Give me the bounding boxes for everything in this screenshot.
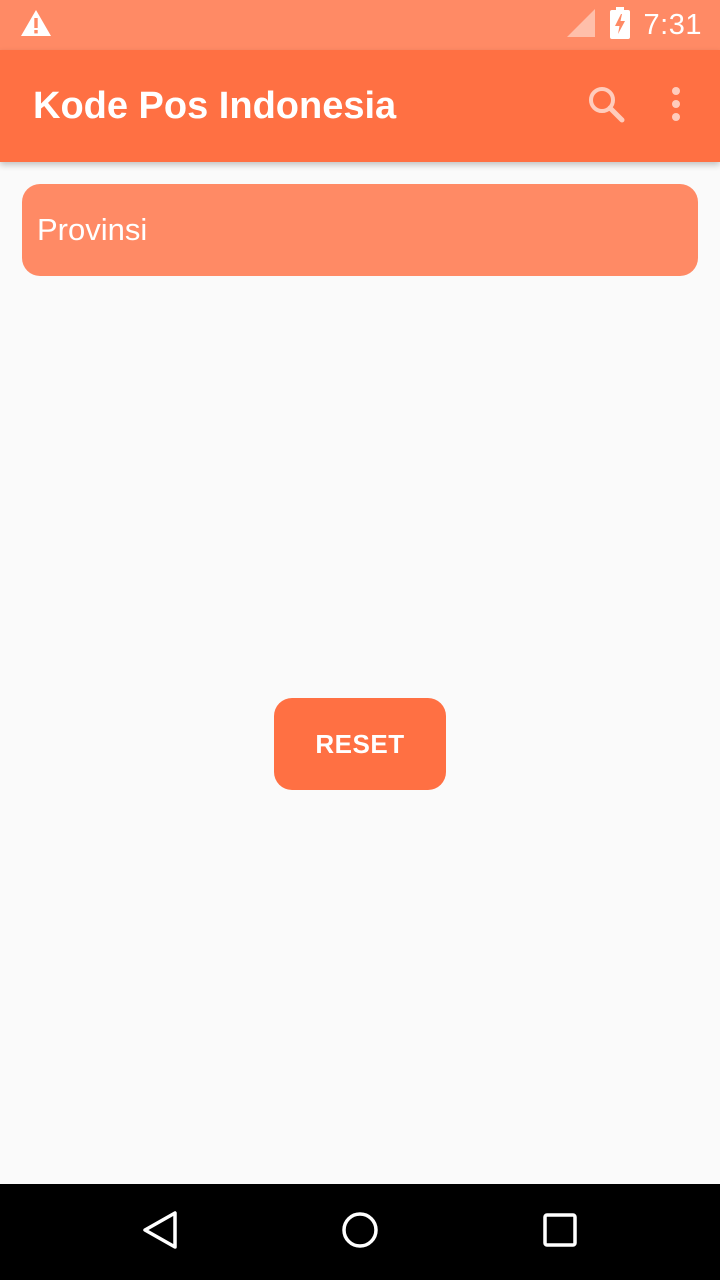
recents-icon — [542, 1212, 578, 1252]
province-label: Provinsi — [37, 212, 148, 247]
battery-charging-icon — [609, 7, 630, 43]
status-time: 7:31 — [643, 8, 702, 41]
search-icon — [587, 85, 625, 127]
more-options-button[interactable] — [652, 70, 700, 142]
navigation-bar — [0, 1184, 720, 1280]
status-left — [20, 9, 52, 41]
app-bar: Kode Pos Indonesia — [0, 50, 720, 162]
home-button[interactable] — [300, 1184, 420, 1280]
reset-button[interactable]: RESET — [274, 698, 446, 790]
home-icon — [340, 1210, 380, 1254]
more-vert-icon — [670, 86, 682, 126]
search-button[interactable] — [570, 70, 642, 142]
warning-icon — [20, 9, 52, 41]
recents-button[interactable] — [500, 1184, 620, 1280]
app-actions — [570, 70, 700, 142]
province-selector[interactable]: Provinsi — [22, 184, 698, 276]
status-right: 7:31 — [566, 7, 702, 43]
status-bar: 7:31 — [0, 0, 720, 50]
signal-icon — [566, 8, 596, 42]
main-content: Provinsi RESET — [0, 162, 720, 1184]
back-icon — [140, 1209, 180, 1255]
back-button[interactable] — [100, 1184, 220, 1280]
app-title: Kode Pos Indonesia — [33, 84, 397, 127]
